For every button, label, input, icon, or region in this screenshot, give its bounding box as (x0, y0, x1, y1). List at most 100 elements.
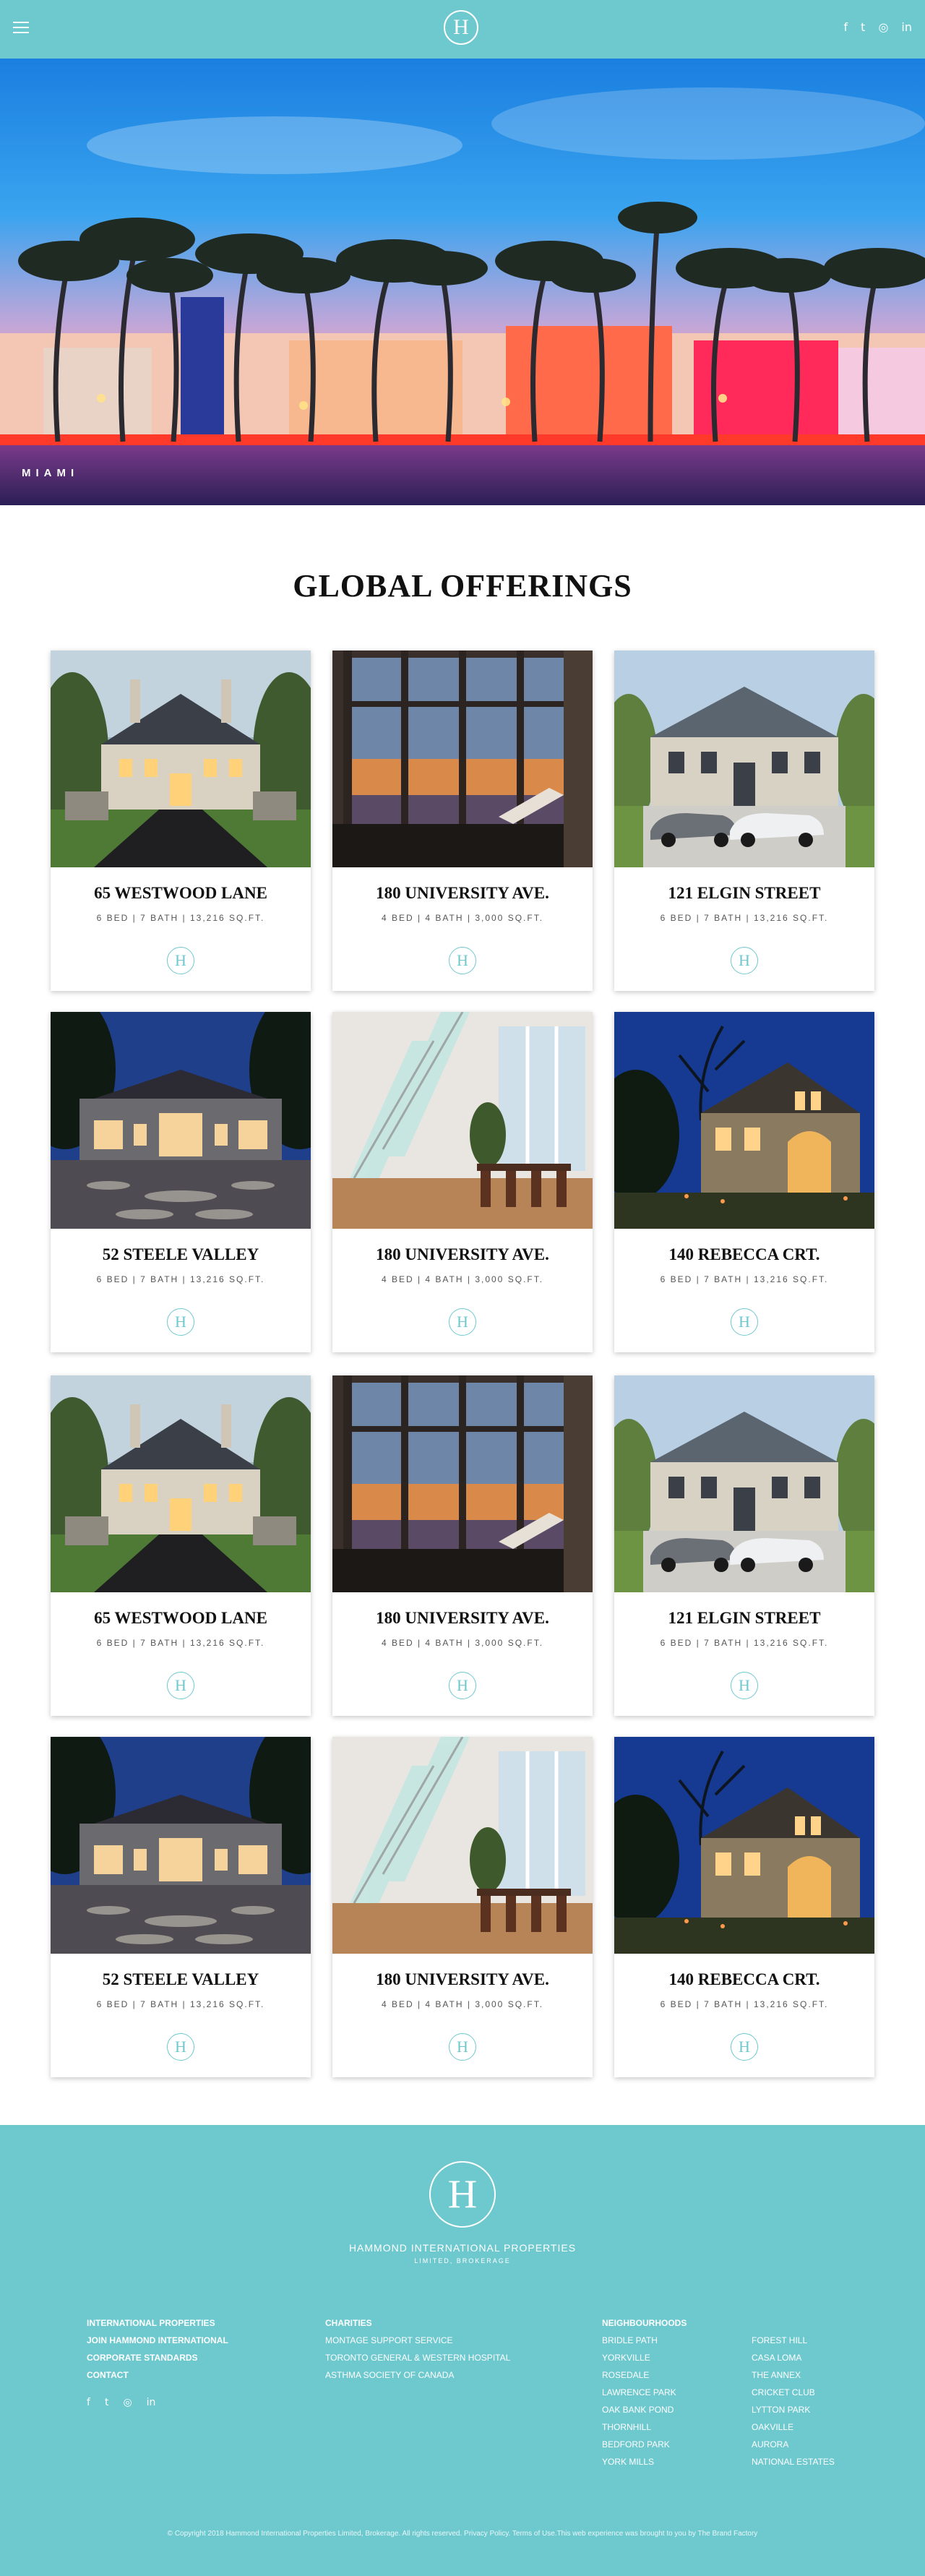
neighbourhoods-heading: NEIGHBOURHOODS (602, 2318, 687, 2328)
footer-link-join-hammond[interactable]: JOIN HAMMOND INTERNATIONAL (87, 2332, 228, 2349)
property-specs: 6 BED | 7 BATH | 13,216 SQ.FT. (660, 913, 829, 923)
twitter-icon[interactable]: t (105, 2397, 109, 2408)
neighbourhood-link[interactable]: OAKVILLE (752, 2418, 835, 2436)
neighbourhood-link[interactable]: LAWRENCE PARK (602, 2384, 687, 2401)
property-photo[interactable] (51, 1737, 311, 1954)
neighbourhood-link[interactable]: AURORA (752, 2436, 835, 2453)
header-social-links: f t ◎ in (844, 20, 912, 34)
hamburger-menu-icon[interactable] (13, 22, 29, 33)
property-photo[interactable] (614, 1012, 874, 1229)
footer-link-corporate-standards[interactable]: CORPORATE STANDARDS (87, 2349, 228, 2366)
hammond-badge-icon: H (167, 947, 194, 974)
charity-link[interactable]: MONTAGE SUPPORT SERVICE (325, 2332, 510, 2349)
property-specs: 6 BED | 7 BATH | 13,216 SQ.FT. (660, 1999, 829, 2009)
property-address[interactable]: 140 REBECCA CRT. (614, 1970, 874, 1989)
property-specs: 4 BED | 4 BATH | 3,000 SQ.FT. (381, 913, 544, 923)
property-photo[interactable] (51, 1375, 311, 1592)
property-photo[interactable] (614, 651, 874, 867)
property-address[interactable]: 52 STEELE VALLEY (51, 1245, 311, 1264)
property-card[interactable]: 180 UNIVERSITY AVE. 4 BED | 4 BATH | 3,00… (332, 1012, 593, 1352)
neighbourhood-link[interactable]: YORK MILLS (602, 2453, 687, 2470)
property-photo[interactable] (51, 1012, 311, 1229)
property-address[interactable]: 180 UNIVERSITY AVE. (332, 1970, 593, 1989)
facebook-icon[interactable]: f (87, 2397, 90, 2408)
property-photo[interactable] (51, 651, 311, 867)
neighbourhood-link[interactable]: OAK BANK POND (602, 2401, 687, 2418)
property-specs: 6 BED | 7 BATH | 13,216 SQ.FT. (660, 1274, 829, 1284)
property-photo[interactable] (332, 1012, 593, 1229)
property-address[interactable]: 65 WESTWOOD LANE (51, 884, 311, 903)
property-address[interactable]: 121 ELGIN STREET (614, 884, 874, 903)
copyright-text: © Copyright 2018 Hammond International P… (167, 2530, 758, 2538)
footer-brand-name: HAMMOND INTERNATIONAL PROPERTIES (348, 2242, 577, 2254)
property-specs: 4 BED | 4 BATH | 3,000 SQ.FT. (381, 1638, 544, 1648)
footer-link-contact[interactable]: CONTACT (87, 2366, 228, 2384)
neighbourhood-link[interactable]: LYTTON PARK (752, 2401, 835, 2418)
property-photo[interactable] (332, 1375, 593, 1592)
footer-logo[interactable]: H (429, 2161, 496, 2228)
neighbourhood-link[interactable]: THE ANNEX (752, 2366, 835, 2384)
linkedin-icon[interactable]: in (147, 2397, 156, 2408)
property-address[interactable]: 65 WESTWOOD LANE (51, 1609, 311, 1628)
property-address[interactable]: 52 STEELE VALLEY (51, 1970, 311, 1989)
hammond-badge-icon: H (449, 2033, 476, 2061)
property-specs: 6 BED | 7 BATH | 13,216 SQ.FT. (660, 1638, 829, 1648)
neighbourhood-link[interactable]: CRICKET CLUB (752, 2384, 835, 2401)
hammond-logo[interactable]: H (444, 10, 478, 45)
neighbourhood-link[interactable]: BRIDLE PATH (602, 2332, 687, 2349)
instagram-icon[interactable]: ◎ (123, 2397, 132, 2408)
property-address[interactable]: 140 REBECCA CRT. (614, 1245, 874, 1264)
property-card[interactable]: 180 UNIVERSITY AVE. 4 BED | 4 BATH | 3,00… (332, 1737, 593, 2077)
property-photo[interactable] (332, 651, 593, 867)
hammond-badge-icon: H (449, 947, 476, 974)
instagram-icon[interactable]: ◎ (878, 20, 888, 34)
property-card[interactable]: 180 UNIVERSITY AVE. 4 BED | 4 BATH | 3,00… (332, 1375, 593, 1716)
property-card[interactable]: 121 ELGIN STREET 6 BED | 7 BATH | 13,216 … (614, 651, 874, 991)
neighbourhood-link[interactable]: THORNHILL (602, 2418, 687, 2436)
property-address[interactable]: 180 UNIVERSITY AVE. (332, 1245, 593, 1264)
footer-neighbourhoods: NEIGHBOURHOODS BRIDLE PATH YORKVILLE ROS… (602, 2314, 687, 2470)
twitter-icon[interactable]: t (861, 20, 865, 34)
footer-neighbourhoods-2: FOREST HILL CASA LOMA THE ANNEX CRICKET … (752, 2332, 835, 2470)
footer-social-links: f t ◎ in (87, 2397, 155, 2408)
footer-charities: CHARITIES MONTAGE SUPPORT SERVICE TORONT… (325, 2314, 510, 2384)
hammond-badge-icon: H (167, 2033, 194, 2061)
property-card[interactable]: 65 WESTWOOD LANE 6 BED | 7 BATH | 13,216 … (51, 1375, 311, 1716)
linkedin-icon[interactable]: in (901, 20, 912, 34)
property-card[interactable]: 140 REBECCA CRT. 6 BED | 7 BATH | 13,216 … (614, 1737, 874, 2077)
charities-heading: CHARITIES (325, 2318, 372, 2328)
property-card[interactable]: 121 ELGIN STREET 6 BED | 7 BATH | 13,216 … (614, 1375, 874, 1716)
property-photo[interactable] (332, 1737, 593, 1954)
property-address[interactable]: 180 UNIVERSITY AVE. (332, 1609, 593, 1628)
property-card[interactable]: 180 UNIVERSITY AVE. 4 BED | 4 BATH | 3,00… (332, 651, 593, 991)
neighbourhood-link[interactable]: CASA LOMA (752, 2349, 835, 2366)
top-navigation-bar: H f t ◎ in (0, 0, 925, 59)
neighbourhood-link[interactable]: BEDFORD PARK (602, 2436, 687, 2453)
property-specs: 4 BED | 4 BATH | 3,000 SQ.FT. (381, 1274, 544, 1284)
charity-link[interactable]: ASTHMA SOCIETY OF CANADA (325, 2366, 510, 2384)
property-specs: 6 BED | 7 BATH | 13,216 SQ.FT. (96, 1999, 265, 2009)
neighbourhood-link[interactable]: YORKVILLE (602, 2349, 687, 2366)
site-footer: H HAMMOND INTERNATIONAL PROPERTIES LIMIT… (0, 2125, 925, 2576)
property-card[interactable]: 140 REBECCA CRT. 6 BED | 7 BATH | 13,216 … (614, 1012, 874, 1352)
property-card[interactable]: 65 WESTWOOD LANE 6 BED | 7 BATH | 13,216 … (51, 651, 311, 991)
property-specs: 6 BED | 7 BATH | 13,216 SQ.FT. (96, 1274, 265, 1284)
property-photo[interactable] (614, 1737, 874, 1954)
property-photo[interactable] (614, 1375, 874, 1592)
property-card[interactable]: 52 STEELE VALLEY 6 BED | 7 BATH | 13,216 … (51, 1737, 311, 2077)
property-card[interactable]: 52 STEELE VALLEY 6 BED | 7 BATH | 13,216 … (51, 1012, 311, 1352)
footer-main-links: INTERNATIONAL PROPERTIES JOIN HAMMOND IN… (87, 2314, 228, 2384)
neighbourhood-link[interactable]: NATIONAL ESTATES (752, 2453, 835, 2470)
neighbourhood-link[interactable]: ROSEDALE (602, 2366, 687, 2384)
hammond-badge-icon: H (167, 1308, 194, 1336)
charity-link[interactable]: TORONTO GENERAL & WESTERN HOSPITAL (325, 2349, 510, 2366)
footer-link-international-properties[interactable]: INTERNATIONAL PROPERTIES (87, 2314, 228, 2332)
facebook-icon[interactable]: f (844, 20, 848, 34)
neighbourhood-link[interactable]: FOREST HILL (752, 2332, 835, 2349)
hammond-badge-icon: H (731, 1672, 758, 1699)
property-address[interactable]: 180 UNIVERSITY AVE. (332, 884, 593, 903)
hammond-badge-icon: H (731, 947, 758, 974)
hero-banner: MIAMI (0, 59, 925, 505)
property-address[interactable]: 121 ELGIN STREET (614, 1609, 874, 1628)
property-specs: 6 BED | 7 BATH | 13,216 SQ.FT. (96, 913, 265, 923)
